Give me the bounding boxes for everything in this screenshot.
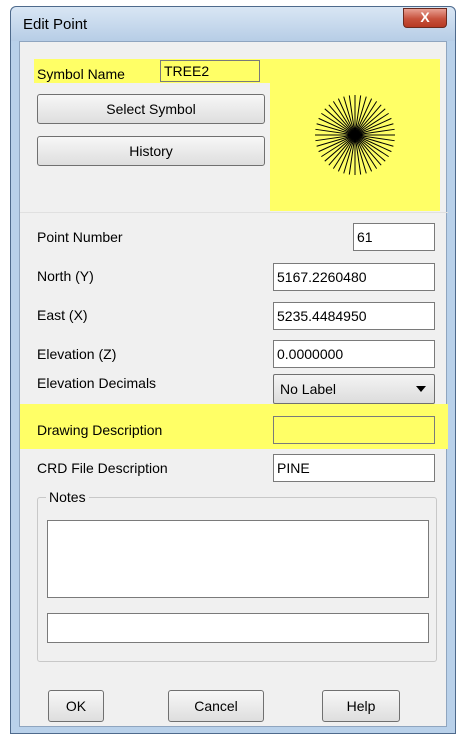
title-bar[interactable]: Edit Point X	[11, 7, 455, 41]
history-button[interactable]: History	[37, 136, 265, 166]
symbol-name-label: Symbol Name	[37, 66, 125, 82]
drawing-description-label: Drawing Description	[37, 422, 163, 438]
select-symbol-button[interactable]: Select Symbol	[37, 94, 265, 124]
separator	[20, 212, 448, 213]
chevron-down-icon	[416, 386, 426, 392]
symbol-name-input[interactable]	[160, 60, 260, 82]
elevation-decimals-label: Elevation Decimals	[37, 375, 157, 391]
elevation-input[interactable]	[273, 340, 435, 368]
notes-textarea[interactable]	[47, 520, 429, 598]
notes-legend: Notes	[46, 489, 89, 505]
close-icon: X	[420, 9, 430, 25]
point-number-label: Point Number	[37, 229, 123, 245]
north-label: North (Y)	[37, 268, 94, 284]
edit-point-dialog: Edit Point X Symbol Name Select Symbol H…	[10, 6, 456, 734]
crd-description-input[interactable]	[273, 454, 435, 482]
crd-description-label: CRD File Description	[37, 460, 168, 476]
elevation-decimals-dropdown[interactable]: No Label	[273, 374, 435, 404]
dialog-title: Edit Point	[23, 16, 88, 33]
tree-symbol-icon	[315, 95, 395, 175]
cancel-button[interactable]: Cancel	[168, 690, 264, 722]
ok-button[interactable]: OK	[48, 690, 104, 722]
drawing-description-input[interactable]	[273, 416, 435, 444]
north-input[interactable]	[273, 263, 435, 291]
east-input[interactable]	[273, 302, 435, 330]
help-button[interactable]: Help	[322, 690, 400, 722]
notes-group: Notes	[37, 489, 437, 662]
notes-line-input[interactable]	[47, 613, 429, 643]
point-number-input[interactable]	[353, 223, 435, 251]
symbol-preview	[270, 59, 440, 211]
dialog-client-area: Symbol Name Select Symbol History Point …	[19, 41, 448, 727]
elevation-decimals-value: No Label	[280, 381, 337, 397]
elevation-label: Elevation (Z)	[37, 346, 117, 362]
east-label: East (X)	[37, 307, 88, 323]
close-button[interactable]: X	[403, 8, 447, 28]
